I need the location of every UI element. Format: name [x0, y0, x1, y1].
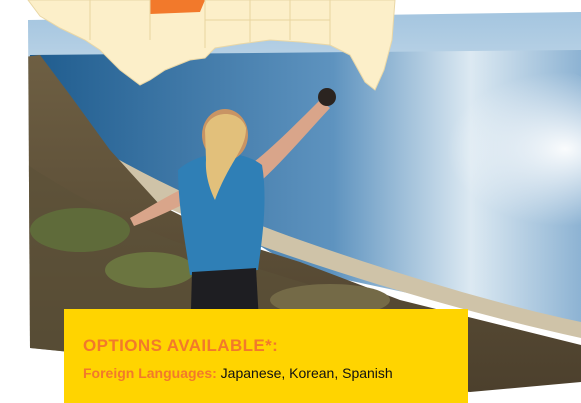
foreign-languages-label: Foreign Languages:: [83, 365, 217, 381]
page: OPTIONS AVAILABLE*: Foreign Languages: J…: [0, 0, 581, 403]
shrub: [105, 252, 195, 288]
shrub: [30, 208, 130, 252]
options-box: OPTIONS AVAILABLE*: Foreign Languages: J…: [64, 309, 468, 403]
foreign-languages-value: Japanese, Korean, Spanish: [216, 365, 393, 381]
options-title: OPTIONS AVAILABLE*:: [83, 336, 279, 355]
foreign-languages-line: Foreign Languages: Japanese, Korean, Spa…: [83, 365, 423, 382]
